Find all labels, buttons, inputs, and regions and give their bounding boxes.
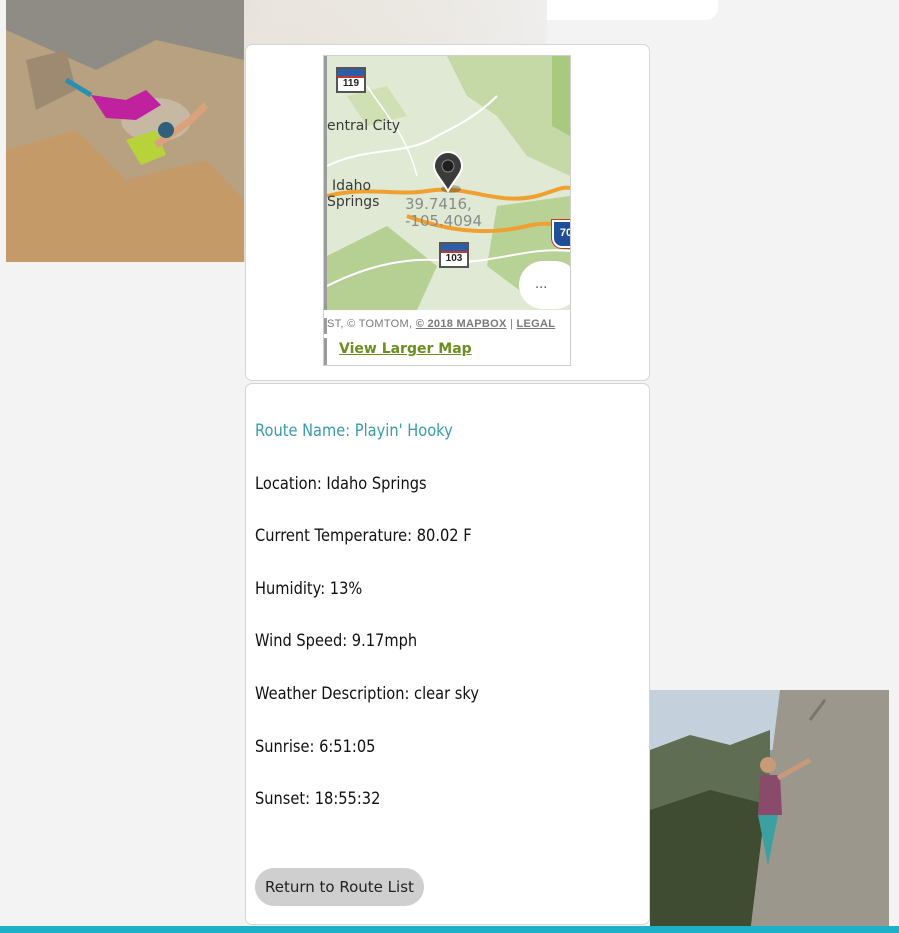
return-to-route-list-button[interactable]: Return to Route List [255, 868, 424, 906]
map-coord-lat: 39.7416, [405, 195, 472, 213]
route-wind-speed: Wind Speed: 9.17mph [255, 631, 418, 651]
attribution-mapbox-link[interactable]: © 2018 MAPBOX [416, 318, 507, 330]
route-humidity: Humidity: 13% [255, 579, 363, 599]
climber-photo-bottom [650, 690, 889, 933]
map-embed: entral City Idaho Springs 39.7416, -105.… [323, 55, 571, 366]
route-location: Location: Idaho Springs [255, 474, 427, 494]
map-coordinates: 39.7416, -105.4094 [405, 196, 482, 230]
map-more-button[interactable]: ... [519, 261, 570, 309]
interstate-70-shield-icon: 70 [552, 220, 570, 248]
map-label-idaho: Idaho [332, 178, 372, 194]
map-attribution: ST, © TOMTOM, © 2018 MAPBOX | LEGAL [324, 318, 570, 334]
attribution-legal-link[interactable]: LEGAL [516, 318, 555, 330]
route-temperature: Current Temperature: 80.02 F [255, 526, 472, 546]
highway-119-shield-icon: 119 [336, 67, 366, 93]
view-larger-map-link[interactable]: View Larger Map [324, 338, 570, 365]
accent-bar [0, 926, 899, 933]
map-label-springs: Springs [327, 194, 380, 210]
route-sunset: Sunset: 18:55:32 [255, 789, 381, 809]
map-label-central-city: entral City [327, 118, 401, 134]
attribution-separator: | [506, 318, 517, 330]
map-pin-icon[interactable] [431, 151, 465, 195]
climber-illustration-top [6, 0, 244, 262]
route-name: Route Name: Playin' Hooky [255, 421, 453, 441]
shield-103-label: 103 [445, 253, 463, 264]
attribution-prefix: ST, © TOMTOM, [327, 318, 416, 330]
route-info-card: Route Name: Playin' Hooky Location: Idah… [245, 383, 650, 925]
map-view[interactable]: entral City Idaho Springs 39.7416, -105.… [324, 56, 570, 310]
highway-103-shield-icon: 103 [439, 242, 469, 268]
route-weather-description: Weather Description: clear sky [255, 684, 479, 704]
map-card: entral City Idaho Springs 39.7416, -105.… [245, 44, 650, 381]
map-coord-lon: -105.4094 [405, 212, 482, 230]
climber-illustration-bottom [650, 690, 889, 933]
interstate-70-label: 70 [559, 227, 570, 239]
route-sunrise: Sunrise: 6:51:05 [255, 737, 376, 757]
shield-119-label: 119 [342, 78, 360, 89]
